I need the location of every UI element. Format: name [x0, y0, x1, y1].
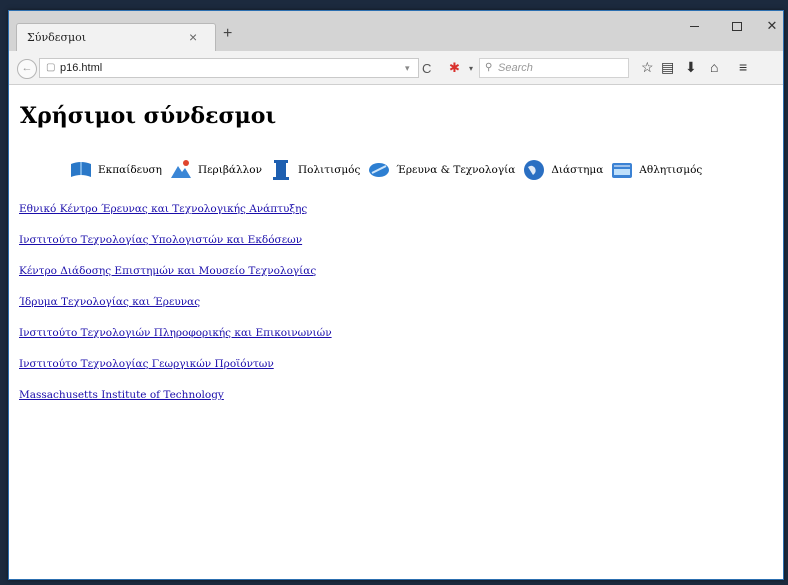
link-mit[interactable]: Massachusetts Institute of Technology: [19, 389, 332, 401]
category-sports[interactable]: Αθλητισμός: [610, 158, 702, 182]
tab-title: Σύνδεσμοι: [27, 31, 87, 44]
category-label: Έρευνα & Τεχνολογία: [396, 164, 516, 176]
link-forth[interactable]: Ίδρυμα Τεχνολογίας και Έρευνας: [19, 296, 332, 308]
title-bar: Σύνδεσμοι × + ✕: [9, 11, 783, 51]
close-window-button[interactable]: ✕: [757, 15, 783, 37]
download-icon[interactable]: ⬇: [685, 59, 697, 76]
category-bar: Εκπαίδευση Περιβάλλον Πολιτισμός Έρευνα …: [69, 155, 709, 185]
category-label: Πολιτισμός: [298, 164, 361, 176]
home-icon[interactable]: ⌂: [710, 59, 718, 75]
link-cti[interactable]: Ινστιτούτο Τεχνολογίας Υπολογιστών και Ε…: [19, 234, 332, 246]
reload-icon[interactable]: C: [422, 61, 431, 76]
category-culture[interactable]: Πολιτισμός: [269, 158, 360, 182]
page-title: Χρήσιμοι σύνδεσμοι: [20, 103, 277, 129]
stadium-icon: [612, 163, 633, 178]
category-space[interactable]: Διάστημα: [522, 158, 603, 182]
bookmark-star-icon[interactable]: ☆: [641, 59, 654, 76]
link-agro[interactable]: Ινστιτούτο Τεχνολογίας Γεωργικών Προϊόντ…: [19, 358, 332, 370]
page-info-icon[interactable]: ▢: [46, 62, 55, 73]
new-tab-button[interactable]: +: [223, 25, 232, 43]
dropdown-history-icon[interactable]: ▾: [405, 63, 410, 74]
search-engine-dropdown-icon[interactable]: ▾: [469, 64, 473, 73]
navigation-bar: ← ▢ p16.html ▾ C ✱ ▾ ⚲ Search ☆ ▤ ⬇ ⌂ ≡: [9, 51, 783, 85]
search-input[interactable]: ⚲ Search: [479, 58, 629, 78]
category-research[interactable]: Έρευνα & Τεχνολογία: [367, 158, 515, 182]
link-list: Εθνικό Κέντρο Έρευνας και Τεχνολογικής Α…: [19, 203, 332, 420]
maximize-button[interactable]: [722, 15, 752, 37]
url-text[interactable]: p16.html: [60, 62, 102, 74]
globe-icon: [524, 160, 545, 180]
minimize-icon: [689, 26, 699, 28]
environment-icon: [170, 160, 191, 178]
browser-tab[interactable]: Σύνδεσμοι ×: [16, 23, 216, 51]
category-label: Διάστημα: [551, 164, 604, 176]
search-placeholder: Search: [498, 62, 533, 74]
maximize-icon: [732, 22, 742, 32]
category-label: Εκπαίδευση: [98, 164, 162, 176]
education-icon: [71, 162, 91, 177]
category-label: Περιβάλλον: [197, 164, 263, 176]
category-environment[interactable]: Περιβάλλον: [169, 158, 262, 182]
minimize-button[interactable]: [679, 15, 709, 37]
link-eketa[interactable]: Εθνικό Κέντρο Έρευνας και Τεχνολογικής Α…: [19, 203, 332, 215]
research-icon: [369, 163, 390, 177]
menu-icon[interactable]: ≡: [739, 59, 747, 75]
back-button[interactable]: ←: [17, 59, 37, 79]
page-content: Χρήσιμοι σύνδεσμοι Εκπαίδευση Περιβάλλον: [9, 85, 783, 579]
tab-close-icon[interactable]: ×: [189, 29, 197, 45]
bookmarks-list-icon[interactable]: ▤: [661, 59, 674, 76]
search-icon: ⚲: [485, 62, 493, 73]
url-bar[interactable]: ▢ p16.html: [39, 58, 419, 78]
link-noesis[interactable]: Κέντρο Διάδοσης Επιστημών και Μουσείο Τε…: [19, 265, 332, 277]
category-label: Αθλητισμός: [639, 164, 703, 176]
link-iti[interactable]: Ινστιτούτο Τεχνολογιών Πληροφορικής και …: [19, 327, 332, 339]
column-icon: [273, 160, 290, 180]
addon-icon[interactable]: ✱: [449, 60, 460, 76]
category-education[interactable]: Εκπαίδευση: [69, 158, 162, 182]
browser-window: Σύνδεσμοι × + ✕ ← ▢ p16.html ▾ C ✱ ▾ ⚲ S…: [8, 10, 784, 580]
